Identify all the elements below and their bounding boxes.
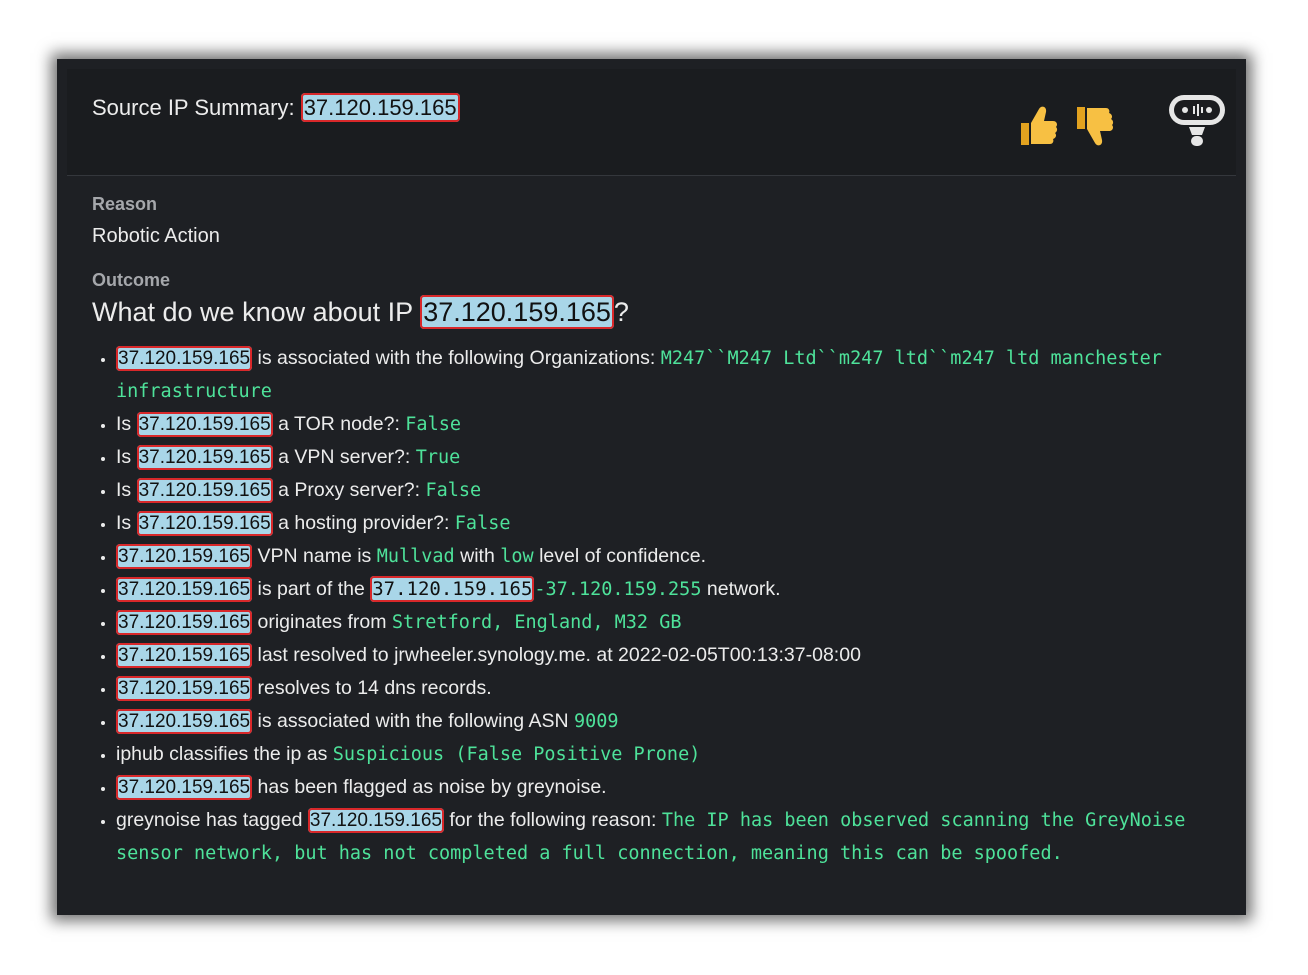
fact-text: for the following reason: [449,809,657,831]
fact-prefix: greynoise has tagged [116,809,303,831]
fact-text: resolves to 14 dns records. [257,677,492,699]
ip-highlight: 37.120.159.165 [116,643,253,668]
fact-value: True [415,447,461,468]
fact-value: low [500,546,534,567]
title-prefix: Source IP Summary: [92,95,295,120]
fact-text: VPN name is [257,545,372,567]
reason-value: Robotic Action [92,225,220,247]
fact-text: a hosting provider?: [278,512,450,534]
fact-organizations: 37.120.159.165 is associated with the fo… [116,342,1216,408]
fact-vpn-name: 37.120.159.165 VPN name is Mullvad with … [116,540,1216,573]
fact-vpn: Is 37.120.159.165 a VPN server?: True [116,441,1216,474]
fact-text: with [460,545,495,567]
ip-highlight: 37.120.159.165 [136,412,273,437]
ip-highlight: 37.120.159.165 [116,544,253,569]
fact-resolved: 37.120.159.165 last resolved to jrwheele… [116,639,1216,672]
fact-value: Mullvad [376,546,455,567]
fact-value: False [425,480,482,501]
fact-prefix: Is [116,479,132,501]
ip-highlight: 37.120.159.165 [116,346,253,371]
thumbs-down-icon[interactable] [1073,103,1115,158]
fact-text: a TOR node?: [278,413,400,435]
fact-asn: 37.120.159.165 is associated with the fo… [116,705,1216,738]
fact-prefix: Is [116,512,132,534]
ip-summary-panel: Source IP Summary: 37.120.159.165 Reason… [57,59,1246,915]
fact-value: 9009 [574,711,619,732]
fact-value: Stretford, England, M32 GB [391,612,682,633]
fact-text: last resolved to jrwheeler.synology.me. … [257,644,861,666]
fact-network: 37.120.159.165 is part of the 37.120.159… [116,573,1216,606]
outcome-question: What do we know about IP 37.120.159.165? [92,295,1216,329]
outcome-label: Outcome [92,270,171,290]
ip-highlight: 37.120.159.165 [116,610,253,635]
fact-value: 37.120.159.165 -37.120.159.255 [370,576,702,602]
reason-label: Reason [92,194,158,214]
fact-text: network. [706,578,781,600]
fact-proxy: Is 37.120.159.165 a Proxy server?: False [116,474,1216,507]
fact-greynoise-noise: 37.120.159.165 has been flagged as noise… [116,771,1216,804]
ip-highlight: 37.120.159.165 [116,676,253,701]
fact-greynoise-tag: greynoise has tagged 37.120.159.165 for … [116,804,1216,870]
fact-origin: 37.120.159.165 originates from Stretford… [116,606,1216,639]
fact-value: Suspicious (False Positive Prone) [332,744,701,765]
fact-list: 37.120.159.165 is associated with the fo… [92,342,1216,870]
summary-content: Reason Robotic Action Outcome What do we… [92,194,1216,870]
fact-tor: Is 37.120.159.165 a TOR node?: False [116,408,1216,441]
ip-highlight: 37.120.159.165 [136,478,273,503]
fact-hosting: Is 37.120.159.165 a hosting provider?: F… [116,507,1216,540]
fact-text: a Proxy server?: [278,479,421,501]
ip-highlight: 37.120.159.165 [116,709,253,734]
fact-text: is associated with the following Organiz… [257,347,656,369]
fact-text: level of confidence. [539,545,707,567]
ip-highlight: 37.120.159.165 [136,445,273,470]
ip-highlight: 37.120.159.165 [370,576,535,602]
question-suffix: ? [613,297,629,327]
fact-text: is associated with the following ASN [257,710,569,732]
fact-prefix: Is [116,413,132,435]
ip-highlight: 37.120.159.165 [420,295,614,329]
fact-value: False [454,513,511,534]
fact-text: iphub classifies the ip as [116,743,328,765]
fact-text: is part of the [257,578,365,600]
fact-dns-records: 37.120.159.165 resolves to 14 dns record… [116,672,1216,705]
robot-icon[interactable] [1167,91,1227,153]
fact-value: False [405,414,461,435]
fact-text: originates from [257,611,387,633]
fact-text: has been flagged as noise by greynoise. [257,776,607,798]
fact-iphub: iphub classifies the ip as Suspicious (F… [116,738,1216,771]
ip-highlight: 37.120.159.165 [116,775,253,800]
ip-highlight: 37.120.159.165 [307,808,444,833]
summary-header: Source IP Summary: 37.120.159.165 [67,69,1236,176]
ip-highlight: 37.120.159.165 [300,93,460,122]
ip-highlight: 37.120.159.165 [136,511,273,536]
page-title: Source IP Summary: 37.120.159.165 [92,93,460,122]
thumbs-up-icon[interactable] [1017,103,1059,158]
network-range: -37.120.159.255 [534,579,702,600]
question-prefix: What do we know about IP [92,297,413,327]
ip-highlight: 37.120.159.165 [116,577,253,602]
fact-prefix: Is [116,446,132,468]
fact-text: a VPN server?: [278,446,411,468]
